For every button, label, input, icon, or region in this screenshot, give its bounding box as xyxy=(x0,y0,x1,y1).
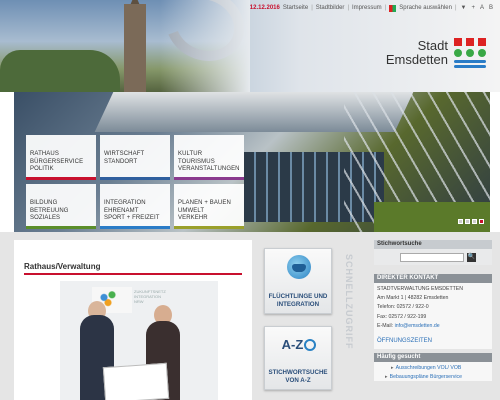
nav-tile-line: EHRENAMT xyxy=(104,207,139,214)
quick-label: FLÜCHTLINGE UND xyxy=(268,293,328,300)
header: 12.12.2016 Startseite | Stadtbilder | Im… xyxy=(0,0,500,92)
main-navigation: RATHAUS BÜRGERSERVICE POLITIK WIRTSCHAFT ST… xyxy=(26,135,244,229)
nav-tile-line: BILDUNG xyxy=(30,200,58,206)
search-heading: Stichwortsuche xyxy=(374,240,492,249)
sidebar: Stichwortsuche 🔍 DIREKTER KONTAKT Stadtv… xyxy=(374,240,492,400)
contact-email-label: E-Mail: xyxy=(377,322,394,329)
slider-dot[interactable] xyxy=(479,219,484,224)
nav-tile-line: UMWELT xyxy=(178,207,205,214)
contact-heading: DIREKTER KONTAKT xyxy=(374,274,492,283)
header-photo xyxy=(0,0,250,92)
quick-label: INTEGRATION xyxy=(276,301,320,308)
nav-tile-line: INTEGRATION xyxy=(104,200,146,206)
logo-line-emsdetten: Emsdetten xyxy=(385,52,448,67)
quick-label: VON A-Z xyxy=(285,377,311,384)
schnellzugriff-label: Schnellzugriff xyxy=(344,254,354,350)
fluechtlinge-integration-button[interactable]: FLÜCHTLINGE UND INTEGRATION xyxy=(264,248,332,314)
quick-access: FLÜCHTLINGE UND INTEGRATION A-Z STICHWOR… xyxy=(255,240,367,400)
font-a-button[interactable]: A xyxy=(479,5,485,11)
link-impressum[interactable]: Impressum xyxy=(352,5,382,11)
nav-tile-line: KULTUR xyxy=(178,151,203,157)
nav-tile-line: PLANEN + BAUEN xyxy=(178,200,231,206)
trees-graphic xyxy=(0,50,120,92)
certificate-graphic xyxy=(102,362,170,400)
frequent-item-buergerservice[interactable]: Bürgerservice xyxy=(430,374,462,380)
stichwortsuche-button[interactable]: A-Z STICHWORTSUCHE VON A-Z xyxy=(264,326,332,390)
search-bar: 🔍 xyxy=(374,249,492,265)
utility-bar: 12.12.2016 Startseite | Stadtbilder | Im… xyxy=(249,4,494,12)
nav-tile-line: WIRTSCHAFT xyxy=(104,151,145,157)
page-title: Rathaus/Verwaltung xyxy=(24,262,101,271)
nav-tile-line: VERANSTALTUNGEN xyxy=(178,166,240,172)
contact-org: Stadtverwaltung Emsdetten xyxy=(377,286,463,292)
slider-dot[interactable] xyxy=(458,219,463,224)
current-date: 12.12.2016 xyxy=(249,5,280,11)
az-search-icon: A-Z xyxy=(279,333,319,357)
contact-address: Am Markt 1 | 48282 Emsdetten xyxy=(377,295,449,302)
nav-tile-line: SPORT + FREIZEIT xyxy=(104,215,160,221)
slider-dot[interactable] xyxy=(472,219,477,224)
font-b-button[interactable]: B xyxy=(488,5,494,11)
nav-tile-line: BÜRGERSERVICE xyxy=(30,158,84,165)
slider-dot[interactable] xyxy=(465,219,470,224)
quick-label: STICHWORTSUCHE xyxy=(268,369,328,376)
nav-tile-line: RATHAUS xyxy=(30,151,59,157)
nav-tile-line: VERKEHR xyxy=(178,215,208,221)
link-stadtbilder[interactable]: Stadtbilder xyxy=(316,5,345,11)
contact-phone: Telefon: 02572 / 922-0 xyxy=(377,304,429,311)
nav-tile-wirtschaft[interactable]: WIRTSCHAFT STANDORT xyxy=(100,135,170,180)
nav-tile-rathaus[interactable]: RATHAUS BÜRGERSERVICE POLITIK xyxy=(26,135,96,180)
nav-tile-line: TOURISMUS xyxy=(178,158,215,165)
nav-tile-line: SOZIALES xyxy=(30,215,61,221)
nav-tile-line: BETREUUNG xyxy=(30,207,69,214)
title-divider xyxy=(24,273,242,275)
link-startseite[interactable]: Startseite xyxy=(283,5,308,11)
main-content: Rathaus/Verwaltung ZUKUNFTSNETZ INTEGRAT… xyxy=(14,240,252,400)
logo-line-stadt: Stadt xyxy=(417,38,448,53)
frequent-item-bebauungsplaene[interactable]: Bebauungspläne xyxy=(390,374,429,380)
frequent-list: Ausschreibungen VOL/ VOB Bebauungspläne … xyxy=(374,362,492,382)
news-photo[interactable]: ZUKUNFTSNETZ INTEGRATION NRW xyxy=(60,281,218,400)
search-icon[interactable]: 🔍 xyxy=(467,252,476,262)
site-logo[interactable]: Stadt Emsdetten xyxy=(386,38,486,68)
frequent-heading: Häufig gesucht xyxy=(374,353,492,363)
city-emblem-icon xyxy=(454,38,486,68)
nav-tile-planen[interactable]: PLANEN + BAUEN UMWELT VERKEHR xyxy=(174,184,244,229)
dropdown-arrow-icon[interactable]: ▼ xyxy=(460,5,468,11)
board-text-line: NRW xyxy=(134,299,144,304)
church-tower-graphic xyxy=(124,4,146,92)
nav-tile-line: STANDORT xyxy=(104,158,138,165)
contact-box: Stadtverwaltung Emsdetten Am Markt 1 | 4… xyxy=(374,283,492,334)
slider-pagination xyxy=(458,219,484,224)
hand-globe-icon xyxy=(287,255,311,279)
nav-tile-line: POLITIK xyxy=(30,166,54,172)
magnifier-icon xyxy=(304,339,317,351)
nav-tile-kultur[interactable]: KULTUR TOURISMUS VERANSTALTUNGEN xyxy=(174,135,244,180)
language-flag-icon xyxy=(389,4,397,12)
font-increase-button[interactable]: + xyxy=(470,5,476,11)
frequent-item-ausschreibungen[interactable]: Ausschreibungen VOL/ VOB xyxy=(377,364,489,373)
nav-tile-integration[interactable]: INTEGRATION EHRENAMT SPORT + FREIZEIT xyxy=(100,184,170,229)
nav-tile-bildung[interactable]: BILDUNG BETREUUNG SOZIALES xyxy=(26,184,96,229)
opening-hours-link[interactable]: ÖFFNUNGSZEITEN xyxy=(374,333,492,350)
contact-fax: Fax: 02572 / 922-199 xyxy=(377,313,427,320)
contact-email-link[interactable]: info@emsdetten.de xyxy=(395,323,440,329)
language-select[interactable]: Sprache auswählen xyxy=(399,5,452,11)
search-input[interactable] xyxy=(400,252,464,262)
